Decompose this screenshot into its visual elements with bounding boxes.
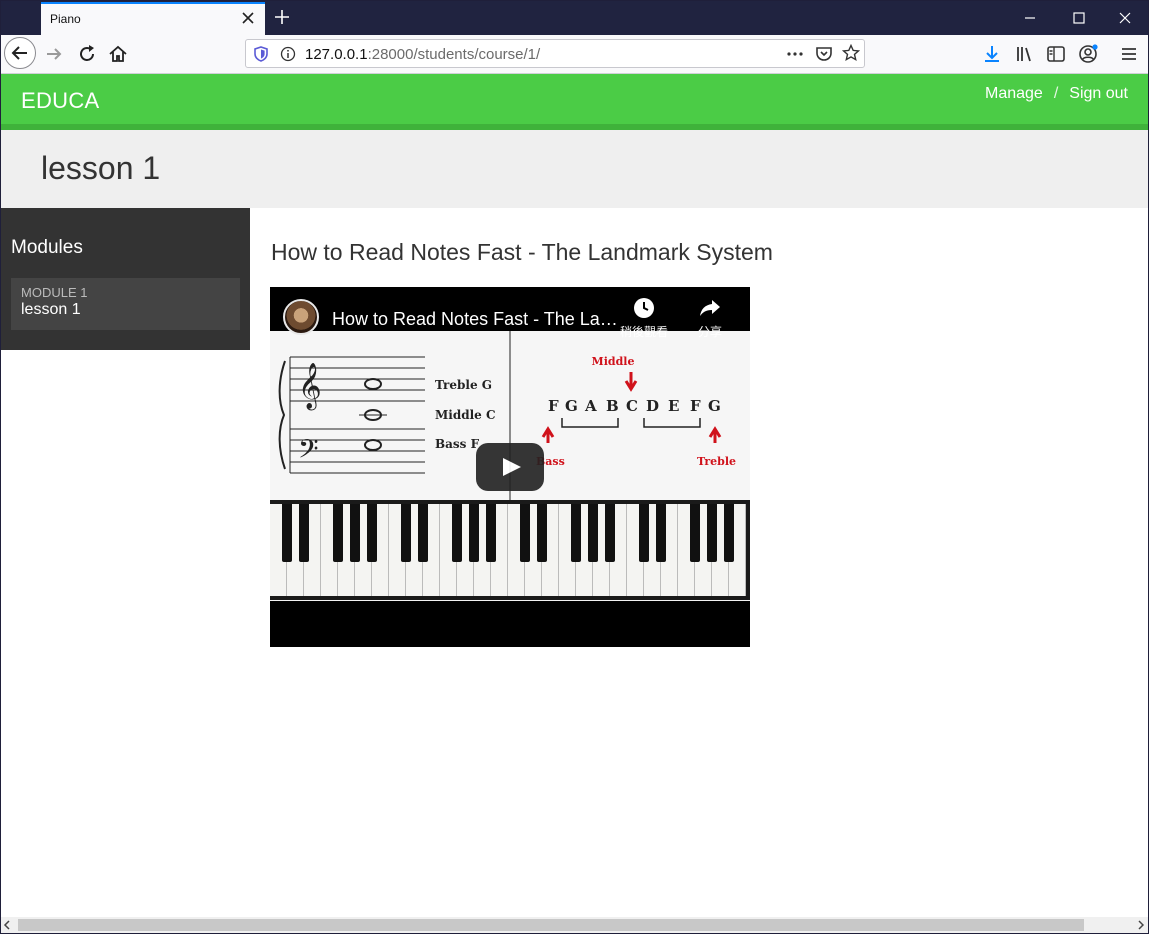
piano-black-key <box>656 504 666 562</box>
piano-black-key <box>299 504 309 562</box>
home-icon[interactable] <box>107 43 129 65</box>
page-title-bar: lesson 1 <box>0 130 1149 208</box>
channel-avatar[interactable] <box>283 299 319 335</box>
piano-black-key <box>469 504 479 562</box>
piano-black-key <box>367 504 377 562</box>
scrollbar-thumb[interactable] <box>18 919 1084 931</box>
piano-black-key <box>486 504 496 562</box>
forward-icon[interactable] <box>43 43 65 65</box>
nav-separator: / <box>1053 85 1059 102</box>
piano-black-key <box>350 504 360 562</box>
sidebar-item-module-1[interactable]: Module 1 lesson 1 <box>11 278 240 330</box>
piano-black-key <box>520 504 530 562</box>
back-arrow-icon <box>11 46 27 60</box>
reload-icon[interactable] <box>76 43 98 65</box>
tracking-shield-icon[interactable] <box>253 46 269 62</box>
note-letter: F <box>548 397 559 415</box>
modules-heading: Modules <box>11 237 83 258</box>
back-button[interactable] <box>4 37 36 69</box>
close-tab-icon[interactable] <box>239 9 257 27</box>
svg-text:𝄢: 𝄢 <box>298 433 319 471</box>
module-lesson-title: lesson 1 <box>21 301 81 318</box>
new-tab-icon[interactable] <box>272 7 292 27</box>
staff-label-middle-c: Middle C <box>435 408 496 422</box>
scroll-right-icon[interactable] <box>1136 920 1146 930</box>
site-header: EDUCA Manage / Sign out <box>0 74 1149 130</box>
downloads-icon[interactable] <box>981 43 1003 65</box>
piano-black-key <box>282 504 292 562</box>
maximize-icon[interactable] <box>1069 8 1089 28</box>
piano-black-key <box>452 504 462 562</box>
svg-text:𝄞: 𝄞 <box>298 363 322 411</box>
share-label: 分享 <box>697 325 722 339</box>
header-nav: Manage / Sign out <box>985 85 1128 103</box>
note-letter: G <box>565 397 578 415</box>
modules-sidebar: Modules Module 1 lesson 1 <box>0 208 250 350</box>
watch-later-label: 稍後觀看 <box>619 325 668 339</box>
window-close-icon[interactable] <box>1115 8 1135 28</box>
browser-navbar: 127.0.0.1:28000/students/course/1/ <box>0 35 1149 74</box>
piano-black-key <box>605 504 615 562</box>
minimize-icon[interactable] <box>1020 8 1040 28</box>
piano-keyboard <box>270 500 750 600</box>
video-title[interactable]: How to Read Notes Fast - The La… <box>332 309 618 330</box>
note-letter: B <box>606 397 619 415</box>
play-button[interactable] <box>476 443 544 491</box>
note-letter: G <box>708 397 721 415</box>
page-title: lesson 1 <box>41 150 161 186</box>
watch-later-button[interactable]: 稍後觀看 <box>619 297 669 340</box>
share-button[interactable]: 分享 <box>685 297 735 340</box>
clock-icon <box>634 298 654 318</box>
pocket-icon[interactable] <box>815 45 833 63</box>
play-icon <box>503 458 521 476</box>
piano-black-key <box>571 504 581 562</box>
scroll-left-icon[interactable] <box>2 920 12 930</box>
browser-titlebar: Piano <box>0 0 1149 35</box>
horizontal-scrollbar[interactable] <box>0 917 1149 934</box>
video-topbar: How to Read Notes Fast - The La… 稍後觀看 分享 <box>270 287 750 339</box>
note-letter: C <box>626 397 638 415</box>
module-label: Module 1 <box>21 285 88 300</box>
url-text: 127.0.0.1:28000/students/course/1/ <box>305 46 540 63</box>
piano-black-key <box>724 504 734 562</box>
note-letter: A <box>584 397 597 415</box>
staff-label-treble-g: Treble G <box>435 378 492 392</box>
piano-black-key <box>537 504 547 562</box>
url-bar[interactable]: 127.0.0.1:28000/students/course/1/ <box>245 39 865 68</box>
url-path: :28000/students/course/1/ <box>367 46 541 63</box>
piano-black-key <box>639 504 649 562</box>
url-host: 127.0.0.1 <box>305 46 368 63</box>
content-title: How to Read Notes Fast - The Landmark Sy… <box>271 239 773 265</box>
library-icon[interactable] <box>1014 43 1036 65</box>
manage-link[interactable]: Manage <box>985 85 1043 102</box>
bookmark-star-icon[interactable] <box>842 44 860 62</box>
account-icon[interactable] <box>1077 43 1099 65</box>
piano-black-key <box>418 504 428 562</box>
menu-icon[interactable] <box>1118 43 1140 65</box>
browser-tab[interactable]: Piano <box>41 2 265 35</box>
piano-black-key <box>588 504 598 562</box>
staff-label-bass-f: Bass F <box>435 437 480 451</box>
page-actions-icon[interactable] <box>786 46 804 62</box>
diagram-treble-label: Treble <box>697 455 736 468</box>
piano-black-key <box>690 504 700 562</box>
piano-black-key <box>333 504 343 562</box>
piano-black-key <box>401 504 411 562</box>
video-embed[interactable]: 𝄞 𝄢 Treble G Middle C Bass F Middle F G … <box>270 287 750 647</box>
share-arrow-icon <box>700 300 720 316</box>
site-logo[interactable]: EDUCA <box>21 88 100 114</box>
site-info-icon[interactable] <box>280 46 296 62</box>
sidebar-toggle-icon[interactable] <box>1045 43 1067 65</box>
note-letter: E <box>668 397 679 415</box>
piano-black-key <box>707 504 717 562</box>
note-letter: F <box>690 397 701 415</box>
sign-out-link[interactable]: Sign out <box>1069 85 1128 102</box>
tab-title: Piano <box>50 12 81 26</box>
diagram-middle-label: Middle <box>592 355 635 368</box>
note-letter: D <box>646 397 659 415</box>
